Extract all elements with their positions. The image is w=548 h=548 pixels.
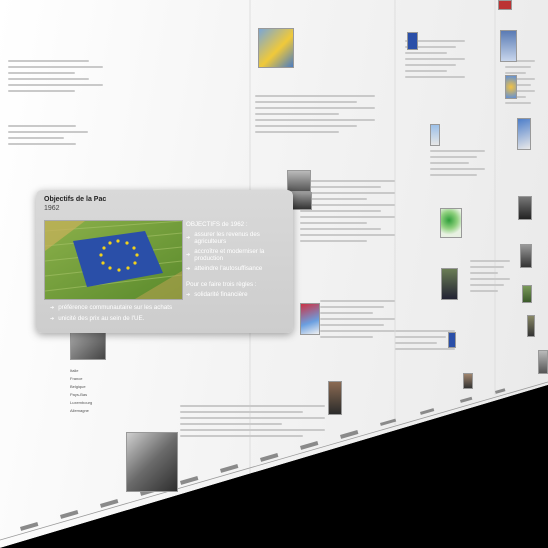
wall-text-block (395, 330, 455, 354)
wall-text-block (470, 260, 510, 296)
timeline-viewport[interactable]: Italie France Belgique Pays-Bas Luxembou… (0, 0, 548, 548)
photo-thumbnail[interactable] (70, 330, 106, 360)
eu-flag-thumbnail[interactable] (448, 332, 456, 348)
wall-text-block (8, 60, 103, 96)
objectives-header: OBJECTIFS de 1962 : (186, 221, 248, 228)
map-thumbnail[interactable] (430, 124, 440, 146)
portrait-thumbnail[interactable] (328, 381, 342, 415)
photo-thumbnail[interactable] (538, 350, 548, 374)
photo-thumbnail[interactable] (292, 192, 312, 210)
map-thumbnail[interactable] (517, 118, 531, 150)
portrait-thumbnail[interactable] (463, 373, 473, 389)
event-popup-card[interactable]: Objectifs de la Pac 1962 OBJECTIFS de 19… (36, 190, 293, 333)
arrow-bullet-icon: ➔ (186, 252, 191, 258)
photo-thumbnail[interactable] (498, 0, 512, 10)
wall-text-block (8, 125, 88, 149)
objective-item: ➔ accroître et moderniser la production (186, 248, 265, 262)
photo-thumbnail[interactable] (518, 196, 532, 220)
map-thumbnail[interactable] (258, 28, 294, 68)
portrait-thumbnail[interactable] (527, 315, 535, 337)
rule-item: ➔ unicité des prix au sein de l'UE. (50, 315, 145, 322)
eu-flag-thumbnail[interactable] (407, 32, 418, 50)
eu-flag-field-photo (44, 220, 183, 300)
objectives-panel: OBJECTIFS de 1962 : ➔ assurer les revenu… (186, 221, 291, 301)
photo-thumbnail[interactable] (287, 170, 311, 192)
wall-text-block (255, 95, 375, 137)
wall-list: Italie France Belgique Pays-Bas Luxembou… (70, 368, 93, 413)
wall-text-block (300, 180, 395, 246)
wall-text-block (180, 405, 325, 441)
field-image (45, 221, 182, 299)
photo-thumbnail[interactable] (520, 244, 532, 268)
rule-item: ➔ solidarité financière (186, 291, 248, 298)
rules-header: Pour ce faire trois règles : (186, 281, 257, 288)
photo-thumbnail[interactable] (500, 30, 517, 62)
photo-thumbnail[interactable] (522, 285, 532, 303)
arrow-bullet-icon: ➔ (50, 304, 55, 311)
map-thumbnail[interactable] (300, 303, 320, 335)
wall-text-block (320, 300, 395, 342)
world-map-thumbnail[interactable] (440, 208, 462, 238)
objective-item: ➔ assurer les revenus des agriculteurs (186, 231, 260, 245)
rule-item: ➔ préférence communautaire sur les achat… (50, 304, 173, 311)
photo-thumbnail[interactable] (126, 432, 178, 492)
arrow-bullet-icon: ➔ (186, 235, 191, 241)
objective-item: ➔ atteindre l'autosuffisance (186, 265, 263, 272)
card-title: Objectifs de la Pac (44, 196, 107, 203)
arrow-bullet-icon: ➔ (186, 291, 191, 298)
arrow-bullet-icon: ➔ (186, 265, 191, 272)
wall-text-block (430, 150, 485, 180)
chart-thumbnail[interactable] (505, 75, 517, 99)
arrow-bullet-icon: ➔ (50, 315, 55, 322)
card-year: 1962 (44, 205, 60, 212)
photo-thumbnail[interactable] (441, 268, 458, 300)
rules-panel: ➔ préférence communautaire sur les achat… (50, 304, 172, 326)
